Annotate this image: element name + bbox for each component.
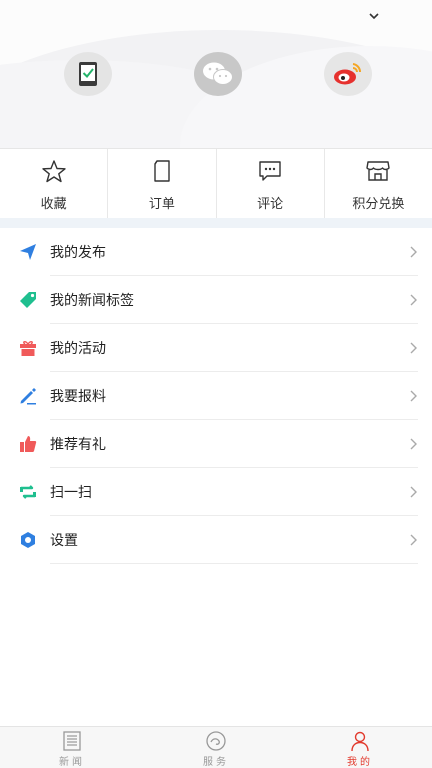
store-icon (366, 161, 391, 181)
menu-item-settings[interactable]: 设置 (0, 516, 432, 564)
send-icon (18, 242, 38, 262)
gift-icon (18, 338, 38, 358)
quick-action-comments[interactable]: 评论 (217, 149, 325, 218)
weibo-login-button[interactable] (324, 52, 372, 96)
wechat-login-button[interactable] (194, 52, 242, 96)
service-icon (206, 731, 226, 751)
chevron-down-icon[interactable] (366, 8, 382, 24)
chevron-right-icon (410, 342, 417, 354)
scan-icon (18, 482, 38, 502)
star-icon (41, 160, 66, 183)
menu-item-label: 设置 (50, 533, 78, 549)
chevron-right-icon (410, 438, 417, 450)
quick-action-favorites[interactable]: 收藏 (0, 149, 109, 218)
quick-actions: 收藏 订单 评论 积分兑换 (0, 148, 432, 218)
newspaper-icon (63, 731, 81, 751)
menu-item-news-tags[interactable]: 我的新闻标签 (0, 276, 432, 324)
chevron-right-icon (410, 534, 417, 546)
order-icon (154, 160, 170, 182)
quick-action-orders[interactable]: 订单 (108, 149, 217, 218)
quick-action-points-exchange[interactable]: 积分兑换 (325, 149, 432, 218)
menu-item-label: 推荐有礼 (50, 437, 106, 453)
tab-label: 我的 (347, 757, 373, 768)
menu-item-my-posts[interactable]: 我的发布 (0, 228, 432, 276)
quick-action-label: 评论 (257, 197, 284, 212)
menu-list: 我的发布 我的新闻标签 我的活动 我要报料 推荐有礼 扫一扫 设置 (0, 228, 432, 564)
tablet-check-icon (79, 62, 97, 86)
menu-item-label: 我的活动 (50, 341, 106, 357)
profile-header (0, 0, 432, 148)
menu-item-scan[interactable]: 扫一扫 (0, 468, 432, 516)
wechat-icon (203, 62, 233, 85)
tab-label: 新闻 (59, 757, 85, 768)
settings-icon (18, 530, 38, 550)
chevron-right-icon (410, 486, 417, 498)
menu-item-label: 我的新闻标签 (50, 293, 134, 309)
bottom-tab-bar: 新闻 服务 我的 (0, 726, 432, 768)
chevron-right-icon (410, 294, 417, 306)
person-icon (351, 731, 369, 752)
menu-item-label: 我要报料 (50, 389, 106, 405)
pen-icon (18, 386, 38, 406)
section-divider (0, 218, 432, 228)
quick-action-label: 收藏 (40, 197, 67, 212)
quick-action-label: 积分兑换 (352, 197, 405, 212)
chevron-right-icon (410, 390, 417, 402)
menu-item-referral-rewards[interactable]: 推荐有礼 (0, 420, 432, 468)
tag-icon (18, 290, 38, 310)
menu-item-label: 扫一扫 (50, 485, 92, 501)
tab-news[interactable]: 新闻 (0, 727, 144, 768)
menu-item-label: 我的发布 (50, 245, 106, 261)
quick-action-label: 订单 (148, 197, 175, 212)
tab-label: 服务 (203, 757, 229, 768)
menu-item-my-activities[interactable]: 我的活动 (0, 324, 432, 372)
weibo-icon (334, 63, 362, 85)
tab-services[interactable]: 服务 (144, 727, 288, 768)
thumbs-up-icon (18, 434, 38, 454)
menu-item-report-news[interactable]: 我要报料 (0, 372, 432, 420)
tablet-login-button[interactable] (64, 52, 112, 96)
comment-icon (259, 161, 281, 181)
chevron-right-icon (410, 246, 417, 258)
tab-mine[interactable]: 我的 (288, 727, 432, 768)
